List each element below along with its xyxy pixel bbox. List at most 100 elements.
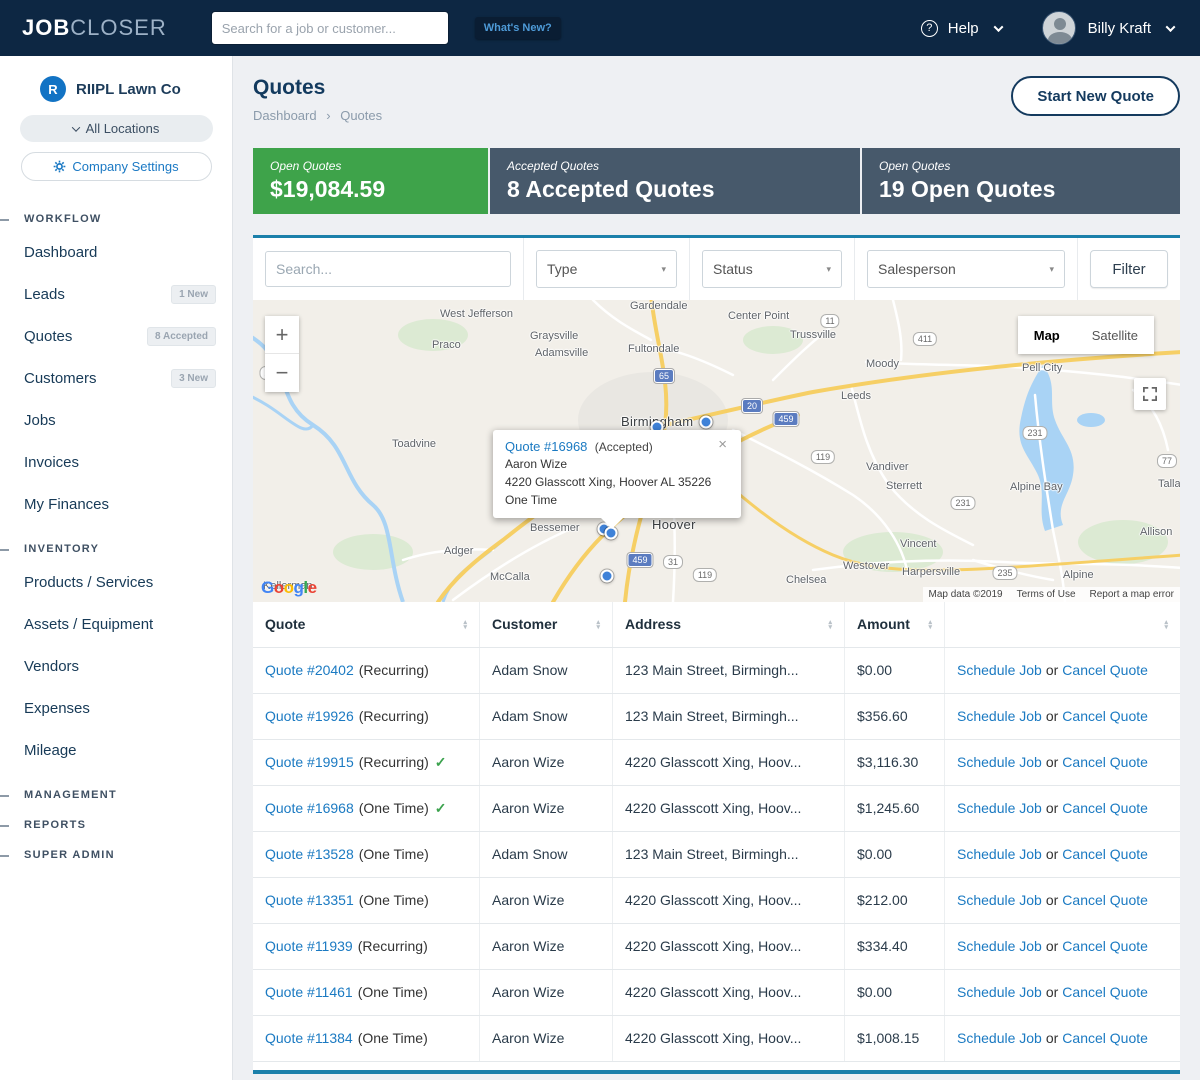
schedule-job-link[interactable]: Schedule Job: [957, 1030, 1042, 1046]
map-marker[interactable]: [601, 570, 614, 583]
col-label: Amount: [857, 602, 910, 647]
terms-link[interactable]: Terms of Use: [1017, 589, 1076, 600]
status-select[interactable]: Status ▾: [702, 250, 842, 288]
stats-row: Open Quotes $19,084.59 Accepted Quotes 8…: [253, 148, 1180, 214]
map-marker[interactable]: [700, 416, 713, 429]
cancel-quote-link[interactable]: Cancel Quote: [1062, 892, 1148, 908]
select-arrow-icon: ▾: [826, 264, 831, 275]
quote-link[interactable]: Quote #19915: [265, 754, 354, 770]
breadcrumb: Dashboard › Quotes: [253, 108, 382, 123]
cancel-quote-link[interactable]: Cancel Quote: [1062, 846, 1148, 862]
table-row: Quote #19915(Recurring)✓ Aaron Wize 4220…: [253, 740, 1180, 786]
sidebar-item-assets-equipment[interactable]: Assets / Equipment: [0, 603, 232, 645]
breadcrumb-dashboard[interactable]: Dashboard: [253, 108, 317, 123]
user-avatar[interactable]: [1042, 11, 1076, 45]
address-cell: 123 Main Street, Birmingh...: [613, 694, 845, 739]
quote-link[interactable]: Quote #16968: [265, 800, 354, 816]
sidebar-item-quotes[interactable]: Quotes 8 Accepted: [0, 315, 232, 357]
schedule-job-link[interactable]: Schedule Job: [957, 754, 1042, 770]
locations-dropdown[interactable]: All Locations: [20, 115, 213, 142]
fullscreen-button[interactable]: [1134, 378, 1166, 410]
sort-icon[interactable]: [928, 620, 932, 630]
schedule-job-link[interactable]: Schedule Job: [957, 800, 1042, 816]
route-shield: 119: [811, 450, 835, 464]
quote-link[interactable]: Quote #13528: [265, 846, 354, 862]
help-menu[interactable]: Help: [948, 20, 979, 37]
map-label: Chelsea: [786, 574, 826, 586]
quote-type: (One Time): [359, 892, 429, 908]
google-logo[interactable]: Google: [261, 578, 317, 598]
route-shield: 411: [913, 332, 937, 346]
map-type-map-button[interactable]: Map: [1018, 316, 1076, 354]
map-type-control: Map Satellite: [1018, 316, 1154, 354]
salesperson-select[interactable]: Salesperson ▾: [867, 250, 1065, 288]
sidebar-item-products-services[interactable]: Products / Services: [0, 561, 232, 603]
col-amount[interactable]: Amount: [845, 602, 945, 647]
schedule-job-link[interactable]: Schedule Job: [957, 892, 1042, 908]
cancel-quote-link[interactable]: Cancel Quote: [1062, 984, 1148, 1000]
whats-new-button[interactable]: What's New?: [475, 17, 561, 39]
map-type-satellite-button[interactable]: Satellite: [1076, 316, 1154, 354]
close-icon[interactable]: ×: [712, 435, 733, 454]
cancel-quote-link[interactable]: Cancel Quote: [1062, 800, 1148, 816]
sidebar-item-label: Quotes: [24, 328, 72, 345]
sidebar-item-dashboard[interactable]: Dashboard: [0, 231, 232, 273]
quote-link[interactable]: Quote #11461: [265, 984, 353, 1000]
col-address[interactable]: Address: [613, 602, 845, 647]
select-arrow-icon: ▾: [661, 264, 666, 275]
quote-link[interactable]: Quote #13351: [265, 892, 354, 908]
cancel-quote-link[interactable]: Cancel Quote: [1062, 1030, 1148, 1046]
quote-link[interactable]: Quote #19926: [265, 708, 354, 724]
schedule-job-link[interactable]: Schedule Job: [957, 662, 1042, 678]
sidebar-item-invoices[interactable]: Invoices: [0, 441, 232, 483]
app-logo[interactable]: JOBCLOSER: [22, 15, 167, 41]
schedule-job-link[interactable]: Schedule Job: [957, 708, 1042, 724]
route-shield: 459: [627, 553, 652, 567]
cancel-quote-link[interactable]: Cancel Quote: [1062, 754, 1148, 770]
quote-link[interactable]: Quote #11939: [265, 938, 353, 954]
company-settings-button[interactable]: Company Settings: [21, 152, 212, 181]
map-canvas[interactable]: + − Map Satellite × Quote #16968 (Accept…: [253, 300, 1180, 602]
col-actions[interactable]: [945, 602, 1180, 647]
zoom-in-button[interactable]: +: [265, 316, 299, 354]
sidebar-item-mileage[interactable]: Mileage: [0, 729, 232, 771]
sort-icon[interactable]: [1164, 620, 1168, 630]
sidebar-item-leads[interactable]: Leads 1 New: [0, 273, 232, 315]
quote-link[interactable]: Quote #11384: [265, 1030, 353, 1046]
sidebar-item-jobs[interactable]: Jobs: [0, 399, 232, 441]
global-search-input[interactable]: [211, 11, 449, 45]
map-label: West Jefferson: [440, 308, 513, 320]
schedule-job-link[interactable]: Schedule Job: [957, 938, 1042, 954]
sidebar-item-my-finances[interactable]: My Finances: [0, 483, 232, 525]
or-text: or: [1046, 800, 1058, 816]
sidebar-item-vendors[interactable]: Vendors: [0, 645, 232, 687]
col-customer[interactable]: Customer: [480, 602, 613, 647]
map-label: Adger: [444, 545, 473, 557]
info-quote-link[interactable]: Quote #16968: [505, 439, 587, 454]
quote-link[interactable]: Quote #20402: [265, 662, 354, 678]
table-row: Quote #11384(One Time) Aaron Wize 4220 G…: [253, 1016, 1180, 1062]
col-quote[interactable]: Quote: [253, 602, 480, 647]
sidebar-item-expenses[interactable]: Expenses: [0, 687, 232, 729]
report-error-link[interactable]: Report a map error: [1090, 589, 1174, 600]
cancel-quote-link[interactable]: Cancel Quote: [1062, 708, 1148, 724]
cancel-quote-link[interactable]: Cancel Quote: [1062, 662, 1148, 678]
start-new-quote-button[interactable]: Start New Quote: [1011, 76, 1180, 116]
section-management[interactable]: MANAGEMENT: [0, 789, 232, 801]
cancel-quote-link[interactable]: Cancel Quote: [1062, 938, 1148, 954]
schedule-job-link[interactable]: Schedule Job: [957, 846, 1042, 862]
sort-icon[interactable]: [596, 620, 600, 630]
section-reports[interactable]: REPORTS: [0, 819, 232, 831]
sidebar-item-customers[interactable]: Customers 3 New: [0, 357, 232, 399]
section-super-admin[interactable]: SUPER ADMIN: [0, 849, 232, 861]
zoom-out-button[interactable]: −: [265, 354, 299, 392]
quotes-search-input[interactable]: [265, 251, 511, 287]
type-select[interactable]: Type ▾: [536, 250, 677, 288]
quote-type: (Recurring): [358, 938, 428, 954]
sort-icon[interactable]: [463, 620, 467, 630]
sort-icon[interactable]: [828, 620, 832, 630]
user-menu[interactable]: Billy Kraft: [1088, 20, 1151, 37]
filter-button[interactable]: Filter: [1090, 250, 1168, 288]
schedule-job-link[interactable]: Schedule Job: [957, 984, 1042, 1000]
map-label: McCalla: [490, 571, 530, 583]
